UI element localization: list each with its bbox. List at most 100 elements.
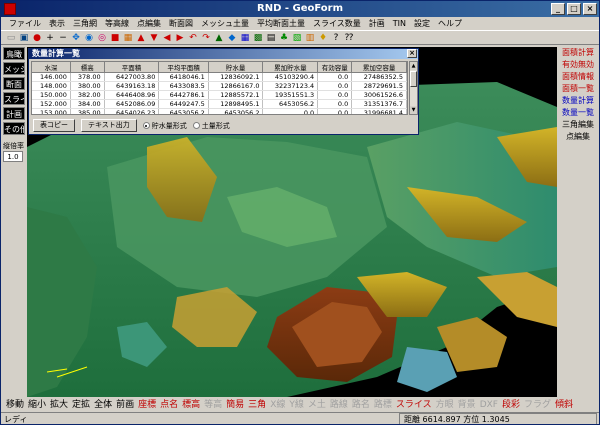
right-panel-button-7[interactable]: 点編集 — [558, 131, 598, 142]
bottom-button-9[interactable]: 等高 — [202, 398, 224, 412]
menu-item-10[interactable]: TIN — [389, 17, 410, 30]
left-panel-button-2[interactable]: 断面 — [3, 77, 25, 90]
menu-item-8[interactable]: スライス数量 — [309, 17, 365, 30]
scroll-down-icon[interactable]: ▼ — [410, 106, 417, 114]
bottom-button-22[interactable]: 段彩 — [500, 398, 522, 412]
column-header-0[interactable]: 水深 — [32, 62, 71, 73]
radio-dot-selected[interactable] — [142, 122, 150, 129]
scroll-thumb[interactable] — [410, 71, 417, 87]
menu-item-4[interactable]: 点編集 — [133, 17, 165, 30]
minimize-button[interactable]: _ — [551, 3, 565, 15]
settings-icon[interactable]: ♣ — [278, 32, 290, 44]
menu-item-6[interactable]: メッシュ土量 — [197, 17, 253, 30]
column-header-4[interactable]: 貯水量 — [208, 62, 264, 73]
terrain-icon[interactable]: ◆ — [226, 32, 238, 44]
zoom-out-icon[interactable]: − — [57, 32, 69, 44]
zoom-icon[interactable]: ● — [31, 32, 43, 44]
dialog-close-button[interactable]: × — [407, 49, 417, 58]
mesh-icon[interactable]: ▩ — [252, 32, 264, 44]
right-panel-button-3[interactable]: 面積一覧 — [558, 83, 598, 94]
bottom-button-12[interactable]: X線 — [268, 398, 287, 412]
table-row[interactable]: 152.000 384.00 6452086.09 6449247.5 12898495… — [32, 99, 407, 109]
menu-item-9[interactable]: 計画 — [365, 17, 389, 30]
chart-icon[interactable]: ▥ — [304, 32, 316, 44]
text-export-button[interactable]: テキスト出力 — [81, 119, 137, 132]
column-header-7[interactable]: 累加空容量 — [351, 62, 407, 73]
bottom-button-18[interactable]: スライス — [394, 398, 434, 412]
table-row[interactable]: 150.000 382.00 6446408.96 6442786.1 12885572… — [32, 90, 407, 100]
bottom-button-11[interactable]: 三角 — [246, 398, 268, 412]
scroll-up-icon[interactable]: ▲ — [410, 62, 417, 70]
layers-icon[interactable]: ▦ — [122, 32, 134, 44]
right-panel-button-6[interactable]: 三角編集 — [558, 119, 598, 130]
arrow-right-icon[interactable]: ▶ — [174, 32, 186, 44]
rotate-left-icon[interactable]: ↶ — [187, 32, 199, 44]
menu-item-1[interactable]: 表示 — [45, 17, 69, 30]
right-panel-button-2[interactable]: 面積情報 — [558, 71, 598, 82]
bottom-button-17[interactable]: 路標 — [372, 398, 394, 412]
info-icon[interactable]: ♦ — [317, 32, 329, 44]
radio-storage-format[interactable]: 貯水量形式 — [142, 121, 187, 131]
bottom-button-6[interactable]: 座標 — [136, 398, 158, 412]
bottom-button-10[interactable]: 簡易 — [224, 398, 246, 412]
maximize-button[interactable]: □ — [567, 3, 581, 15]
bottom-button-3[interactable]: 定拡 — [70, 398, 92, 412]
right-panel-button-5[interactable]: 数量一覧 — [558, 107, 598, 118]
bottom-button-2[interactable]: 拡大 — [48, 398, 70, 412]
bottom-button-5[interactable]: 前画 — [114, 398, 136, 412]
menu-item-3[interactable]: 等高線 — [101, 17, 133, 30]
grid-icon[interactable]: ▦ — [239, 32, 251, 44]
left-panel-button-0[interactable]: 鳥瞰 — [3, 47, 25, 60]
arrow-left-icon[interactable]: ◀ — [161, 32, 173, 44]
bottom-button-21[interactable]: DXF — [478, 398, 500, 412]
zoom-in-icon[interactable]: + — [44, 32, 56, 44]
save-icon[interactable]: ▣ — [18, 32, 30, 44]
new-file-icon[interactable]: ▭ — [5, 32, 17, 44]
left-panel-button-3[interactable]: スライス — [3, 92, 25, 105]
box-icon[interactable]: ■ — [109, 32, 121, 44]
help-icon[interactable]: ? — [330, 32, 342, 44]
search-icon[interactable]: ◉ — [83, 32, 95, 44]
column-header-6[interactable]: 有効容量 — [317, 62, 353, 73]
left-panel-button-4[interactable]: 計画 — [3, 107, 25, 120]
map-icon[interactable]: ▧ — [291, 32, 303, 44]
column-header-2[interactable]: 平面積 — [104, 62, 160, 73]
menu-item-7[interactable]: 平均断面土量 — [253, 17, 309, 30]
bottom-button-8[interactable]: 標高 — [180, 398, 202, 412]
bottom-button-24[interactable]: 傾斜 — [553, 398, 575, 412]
column-header-3[interactable]: 平均平面積 — [158, 62, 209, 73]
right-panel-button-4[interactable]: 数量計算 — [558, 95, 598, 106]
radio-dot[interactable] — [192, 122, 200, 129]
bottom-button-13[interactable]: Y線 — [287, 398, 306, 412]
bottom-button-15[interactable]: 路線 — [328, 398, 350, 412]
table-scrollbar[interactable]: ▲ ▼ — [409, 61, 418, 115]
menu-item-11[interactable]: 設定 — [410, 17, 434, 30]
left-panel-button-1[interactable]: メッシュ — [3, 62, 25, 75]
copy-table-button[interactable]: 表コピー — [33, 119, 75, 132]
dialog-title-bar[interactable]: 数量計算一覧 × — [29, 49, 418, 59]
bottom-button-7[interactable]: 点名 — [158, 398, 180, 412]
column-header-5[interactable]: 累加貯水量 — [262, 62, 319, 73]
menu-item-2[interactable]: 三角網 — [69, 17, 101, 30]
menu-item-5[interactable]: 断面図 — [165, 17, 197, 30]
bottom-button-0[interactable]: 移動 — [4, 398, 26, 412]
context-help-icon[interactable]: ⁇ — [343, 32, 355, 44]
scale-input[interactable]: 1.0 — [3, 151, 23, 162]
rotate-right-icon[interactable]: ↷ — [200, 32, 212, 44]
bottom-button-23[interactable]: フラグ — [522, 398, 553, 412]
close-button[interactable]: × — [583, 3, 597, 15]
bottom-button-1[interactable]: 縮小 — [26, 398, 48, 412]
bottom-button-20[interactable]: 背景 — [456, 398, 478, 412]
table-row[interactable]: 148.000 380.00 6439163.18 6433083.5 12866167… — [32, 81, 407, 91]
radio-earth-format[interactable]: 土量形式 — [192, 121, 230, 131]
right-panel-button-1[interactable]: 有効無効 — [558, 59, 598, 70]
title-bar[interactable]: RND - GeoForm _ □ × — [1, 1, 599, 17]
table-row[interactable]: 153.000 385.00 6454026.23 6453056.2 6453056.… — [32, 108, 407, 114]
bottom-button-4[interactable]: 全体 — [92, 398, 114, 412]
right-panel-button-0[interactable]: 面積計算 — [558, 47, 598, 58]
menu-item-12[interactable]: ヘルプ — [434, 17, 466, 30]
arrow-up-icon[interactable]: ▲ — [135, 32, 147, 44]
column-header-1[interactable]: 標高 — [70, 62, 105, 73]
table-row[interactable]: 146.000 378.00 6427003.80 6418046.1 12836092… — [32, 72, 407, 82]
magnify-icon[interactable]: ◎ — [96, 32, 108, 44]
